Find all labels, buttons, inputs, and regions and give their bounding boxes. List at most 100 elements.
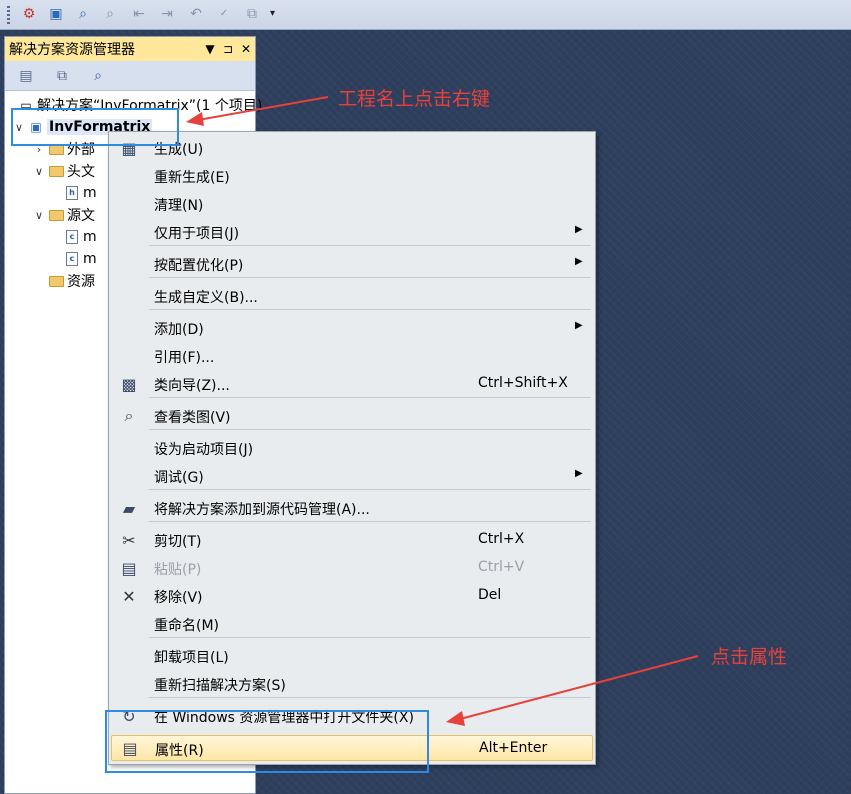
menu-item-icon-slot	[111, 191, 147, 217]
menu-item-shortcut: Alt+Enter	[479, 740, 548, 756]
tree-item-headers[interactable]: ∨ 头文	[31, 161, 95, 181]
menu-item-label: 调试(G)	[154, 470, 204, 486]
menu-item[interactable]: 添加(D) ▶	[111, 315, 593, 341]
toolbar-grip[interactable]	[7, 6, 10, 24]
menu-separator	[149, 277, 591, 278]
undo-icon[interactable]: ↶	[185, 3, 207, 25]
menu-item-label: 类向导(Z)...	[154, 378, 230, 394]
panel-title: 解决方案资源管理器	[9, 42, 135, 58]
menu-item[interactable]: ⌕ 查看类图(V)	[111, 403, 593, 429]
menu-item-label: 将解决方案添加到源代码管理(A)...	[154, 502, 370, 518]
menu-item[interactable]: 重新扫描解决方案(S)	[111, 671, 593, 697]
tree-item-header-file[interactable]: h m	[63, 183, 97, 203]
folder-icon	[47, 273, 65, 289]
menu-item[interactable]: 按配置优化(P) ▶	[111, 251, 593, 277]
copy-icon[interactable]: ⧉	[241, 3, 263, 25]
tree-item-label: m	[83, 229, 97, 245]
main-toolbar: ⚙ ▣ ⌕ ⌕ ⇤ ⇥ ↶ ✓ ⧉ ▾	[0, 0, 851, 30]
tree-item-label: 资源	[67, 274, 95, 290]
submenu-arrow-icon: ▶	[575, 468, 583, 479]
scissors-icon: ✂	[122, 530, 136, 550]
menu-item-icon-slot	[111, 435, 147, 461]
menu-item[interactable]: ✕ 移除(V) Del	[111, 583, 593, 609]
menu-item-icon-slot	[111, 643, 147, 669]
menu-item[interactable]: 设为启动项目(J)	[111, 435, 593, 461]
menu-item-icon-slot	[111, 611, 147, 637]
header-file-icon: h	[63, 185, 81, 201]
add-to-source-control-icon: ▰	[122, 498, 136, 518]
menu-item-label: 添加(D)	[154, 322, 204, 338]
spell-check-icon[interactable]: ✓	[213, 3, 235, 25]
tree-item-source-file[interactable]: c m	[63, 249, 97, 269]
class-wizard-icon: ▩	[121, 374, 137, 394]
build-icon[interactable]: ⚙	[18, 3, 40, 25]
menu-item[interactable]: 调试(G) ▶	[111, 463, 593, 489]
close-icon[interactable]: ✕	[237, 42, 255, 56]
folder-icon	[47, 207, 65, 223]
context-menu: ▦ 生成(U) 重新生成(E) 清理(N) 仅用于项目(J) ▶ 按配置优化(P) ▶ 生成自定…	[108, 131, 596, 765]
menu-separator	[149, 489, 591, 490]
menu-item-label: 卸载项目(L)	[154, 650, 229, 666]
tree-item-resources[interactable]: 资源	[47, 271, 95, 291]
overflow-icon[interactable]: ▾	[270, 8, 280, 24]
menu-item-label: 重新扫描解决方案(S)	[154, 678, 286, 694]
menu-item[interactable]: 仅用于项目(J) ▶	[111, 219, 593, 245]
dropdown-icon[interactable]: ▼	[201, 42, 219, 56]
tree-item-label: m	[83, 251, 97, 267]
menu-item[interactable]: ▰ 将解决方案添加到源代码管理(A)...	[111, 495, 593, 521]
class-view-icon[interactable]: ⌕	[87, 66, 109, 86]
menu-item[interactable]: ▩ 类向导(Z)... Ctrl+Shift+X	[111, 371, 593, 397]
tree-item-label: 头文	[67, 164, 95, 180]
menu-item-icon-slot	[111, 251, 147, 277]
navigate-forward-icon[interactable]: ⇥	[156, 3, 178, 25]
submenu-arrow-icon: ▶	[575, 320, 583, 331]
properties-icon[interactable]: ▤	[15, 66, 37, 86]
annotation-right-click: 工程名上点击右键	[338, 88, 491, 110]
menu-item[interactable]: 清理(N)	[111, 191, 593, 217]
pin-icon[interactable]: ⊐	[219, 42, 237, 56]
cpp-file-icon: c	[63, 251, 81, 267]
menu-item-icon-slot	[111, 163, 147, 189]
annotation-properties: 点击属性	[711, 646, 788, 668]
menu-item[interactable]: 卸载项目(L)	[111, 643, 593, 669]
menu-item[interactable]: 引用(F)...	[111, 343, 593, 369]
menu-item[interactable]: 重新生成(E)	[111, 163, 593, 189]
menu-item[interactable]: ✂ 剪切(T) Ctrl+X	[111, 527, 593, 553]
highlight-box-project	[11, 108, 179, 146]
submenu-arrow-icon: ▶	[575, 256, 583, 267]
remove-icon: ✕	[122, 586, 136, 606]
menu-item[interactable]: 生成自定义(B)...	[111, 283, 593, 309]
menu-item-label: 剪切(T)	[154, 534, 202, 550]
menu-item-label: 重命名(M)	[154, 618, 220, 634]
show-all-files-icon[interactable]: ⧉	[51, 66, 73, 86]
menu-item-label: 清理(N)	[154, 198, 204, 214]
menu-separator	[149, 637, 591, 638]
menu-item[interactable]: ▤ 粘贴(P) Ctrl+V	[111, 555, 593, 581]
menu-item-label: 粘贴(P)	[154, 562, 202, 578]
tree-item-sources[interactable]: ∨ 源文	[31, 205, 95, 225]
menu-separator	[149, 309, 591, 310]
menu-item-label: 引用(F)...	[154, 350, 215, 366]
find-small-icon[interactable]: ⌕	[99, 3, 121, 25]
tree-item-source-file[interactable]: c m	[63, 227, 97, 247]
deploy-icon[interactable]: ▣	[45, 3, 67, 25]
folder-icon	[47, 163, 65, 179]
menu-item-label: 设为启动项目(J)	[154, 442, 254, 458]
menu-separator	[149, 397, 591, 398]
panel-title-bar: 解决方案资源管理器 ▼ ⊐ ✕	[5, 37, 255, 61]
navigate-back-icon[interactable]: ⇤	[128, 3, 150, 25]
menu-item-icon-slot	[111, 315, 147, 341]
panel-toolbar: ▤ ⧉ ⌕	[5, 61, 255, 91]
collapse-icon[interactable]: ∨	[31, 209, 47, 222]
menu-item[interactable]: 重命名(M)	[111, 611, 593, 637]
menu-item-shortcut: Ctrl+X	[478, 531, 525, 547]
menu-separator	[149, 521, 591, 522]
cpp-file-icon: c	[63, 229, 81, 245]
menu-separator	[149, 429, 591, 430]
menu-item-label: 按配置优化(P)	[154, 258, 244, 274]
menu-item[interactable]: ▦ 生成(U)	[111, 135, 593, 161]
submenu-arrow-icon: ▶	[575, 224, 583, 235]
tree-item-label: m	[83, 185, 97, 201]
find-icon[interactable]: ⌕	[72, 3, 94, 25]
collapse-icon[interactable]: ∨	[31, 165, 47, 178]
